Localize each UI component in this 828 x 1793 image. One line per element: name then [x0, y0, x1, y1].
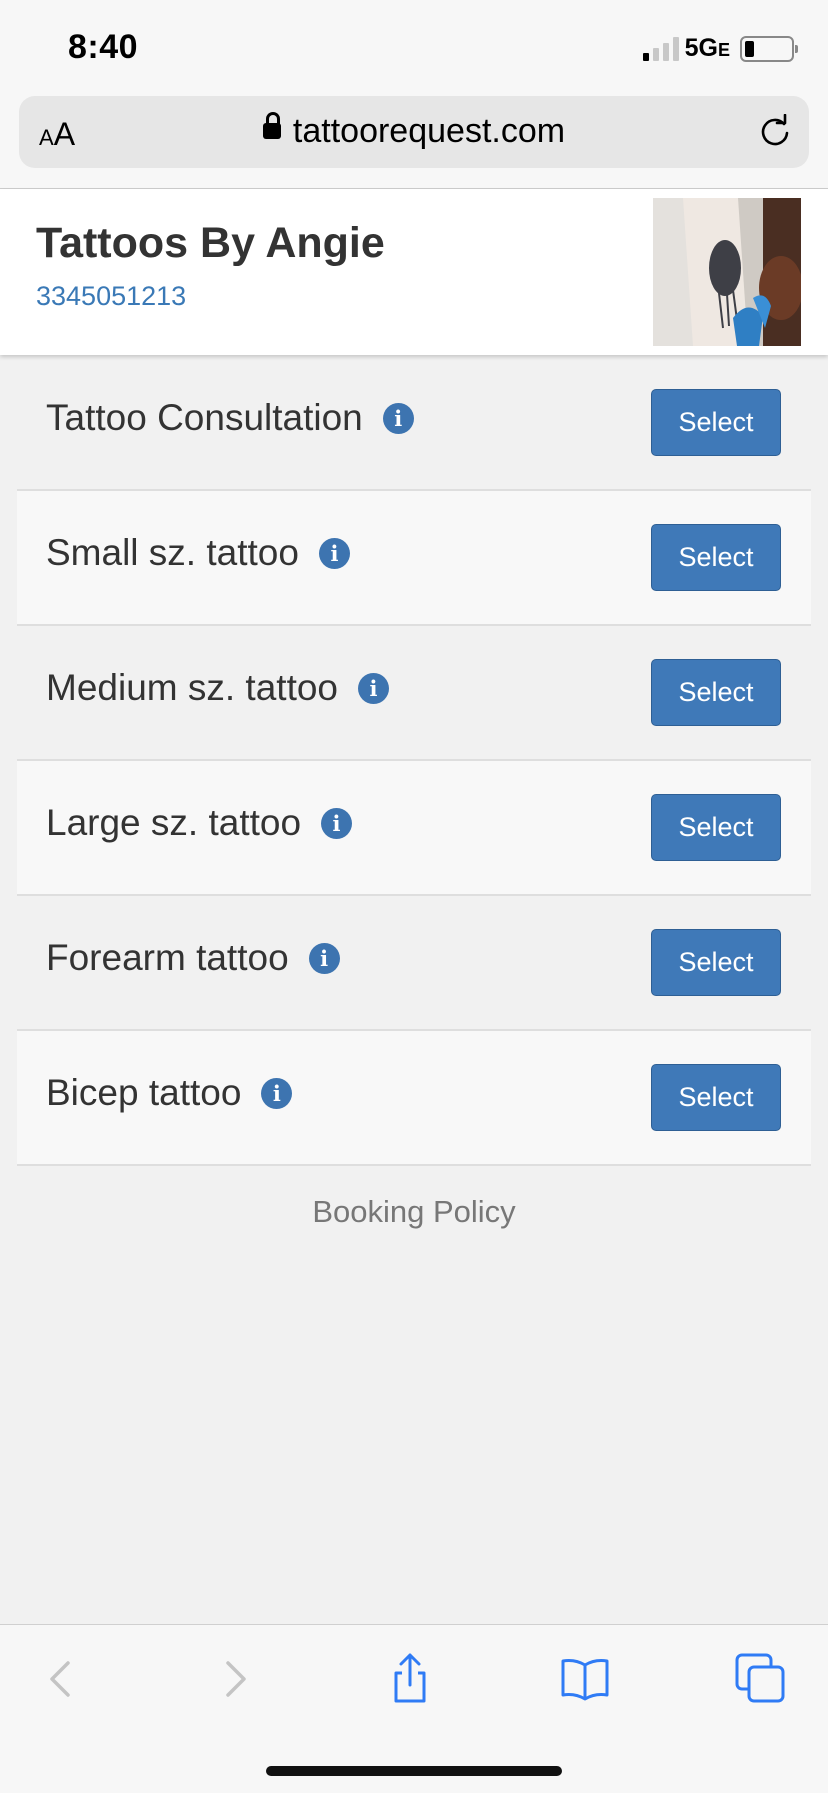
service-row: Tattoo Consultation i Select	[17, 356, 811, 491]
booking-policy-link[interactable]: Booking Policy	[0, 1194, 828, 1230]
battery-icon	[740, 35, 798, 62]
info-icon[interactable]: i	[358, 672, 390, 704]
tabs-icon[interactable]	[733, 1651, 789, 1707]
address-bar[interactable]: AA tattoorequest.com	[19, 96, 809, 168]
service-row: Small sz. tattoo i Select	[17, 491, 811, 626]
service-name: Bicep tattoo	[46, 1072, 242, 1113]
business-photo	[653, 198, 801, 346]
service-row: Medium sz. tattoo i Select	[17, 626, 811, 761]
service-name: Tattoo Consultation	[46, 397, 363, 438]
service-row: Large sz. tattoo i Select	[17, 761, 811, 896]
info-icon[interactable]: i	[261, 1077, 293, 1109]
url-text: tattoorequest.com	[292, 112, 566, 150]
signal-icon	[642, 36, 679, 61]
url-display[interactable]: tattoorequest.com	[19, 112, 809, 151]
home-indicator	[266, 1766, 562, 1776]
select-button-large[interactable]: Select	[651, 794, 781, 861]
business-name: Tattoos By Angie	[36, 219, 385, 267]
forward-icon[interactable]	[206, 1651, 262, 1707]
status-indicators: 5GE	[642, 34, 798, 63]
reload-icon[interactable]	[757, 114, 793, 150]
service-name: Large sz. tattoo	[46, 802, 302, 843]
select-button-forearm[interactable]: Select	[651, 929, 781, 996]
info-icon[interactable]: i	[382, 402, 414, 434]
share-icon[interactable]	[382, 1651, 438, 1707]
clock: 8:40	[68, 28, 139, 66]
service-list: Tattoo Consultation i Select Small sz. ta…	[17, 356, 811, 1166]
service-name: Small sz. tattoo	[46, 532, 299, 573]
lock-icon	[262, 112, 281, 140]
status-bar: 8:40 5GE	[0, 0, 828, 92]
phone-link[interactable]: 3345051213	[36, 281, 186, 312]
network-label: 5GE	[684, 34, 730, 62]
back-icon[interactable]	[34, 1651, 90, 1707]
select-button-consultation[interactable]: Select	[651, 389, 781, 456]
business-header: Tattoos By Angie 3345051213	[0, 189, 828, 355]
info-icon[interactable]: i	[321, 807, 353, 839]
info-icon[interactable]: i	[308, 942, 340, 974]
select-button-bicep[interactable]: Select	[651, 1064, 781, 1131]
service-row: Forearm tattoo i Select	[17, 896, 811, 1031]
bookmarks-icon[interactable]	[557, 1651, 613, 1707]
select-button-small[interactable]: Select	[651, 524, 781, 591]
service-row: Bicep tattoo i Select	[17, 1031, 811, 1166]
battery-level	[745, 40, 754, 57]
service-name: Medium sz. tattoo	[46, 667, 339, 708]
info-icon[interactable]: i	[318, 537, 350, 569]
browser-address-area: AA tattoorequest.com	[0, 92, 828, 189]
service-name: Forearm tattoo	[46, 937, 289, 978]
select-button-medium[interactable]: Select	[651, 659, 781, 726]
